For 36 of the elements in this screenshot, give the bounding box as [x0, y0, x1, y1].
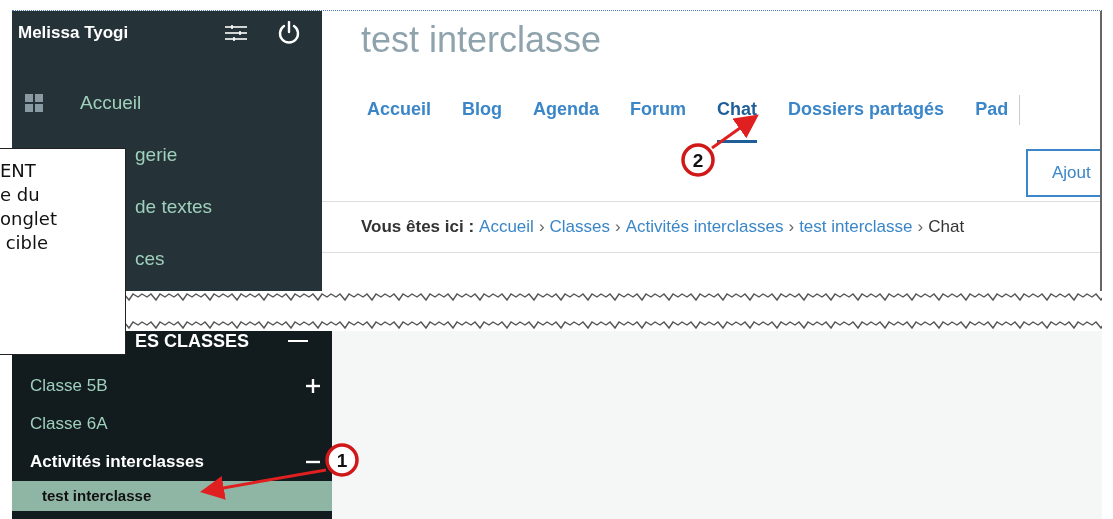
breadcrumb-link[interactable]: Accueil — [479, 217, 534, 237]
menu-item[interactable]: gerie — [135, 144, 178, 166]
class-item[interactable]: Classe 6A — [30, 414, 108, 434]
tab[interactable]: Pad — [975, 99, 1009, 145]
user-name: Melissa Tyogi — [18, 23, 130, 43]
breadcrumb-label: Vous êtes ici : — [361, 217, 475, 237]
class-item[interactable]: Activités interclasses — [30, 452, 204, 472]
section-title: ES CLASSES — [135, 330, 250, 352]
menu-item[interactable]: Accueil — [80, 92, 142, 114]
arrow — [711, 114, 759, 150]
tab[interactable]: Blog — [462, 99, 503, 145]
breadcrumb-link[interactable]: Activités interclasses — [625, 217, 784, 237]
tab[interactable]: Accueil — [367, 99, 432, 145]
class-item[interactable]: Classe 5B — [30, 376, 108, 396]
page-title: test interclasse — [360, 18, 603, 62]
class-subitem[interactable]: test interclasse — [12, 481, 332, 511]
step-number-badge: 2 — [681, 143, 715, 177]
tab[interactable]: Forum — [630, 99, 687, 145]
breadcrumb-separator: › — [538, 217, 545, 237]
expand-icon[interactable] — [306, 379, 320, 393]
tab[interactable]: Agenda — [533, 99, 600, 145]
grid-icon — [25, 94, 43, 112]
note-text: ENT e du onglet cible — [0, 148, 126, 355]
add-button[interactable]: Ajout — [1026, 149, 1100, 197]
breadcrumb-separator: › — [615, 217, 621, 237]
breadcrumb-link[interactable]: test interclasse — [799, 217, 913, 237]
tab[interactable]: Chat — [717, 99, 758, 143]
breadcrumb-current: Chat — [928, 217, 965, 237]
breadcrumb-separator: › — [788, 217, 795, 237]
menu-item[interactable]: ces — [135, 248, 165, 270]
power-icon[interactable] — [277, 21, 301, 45]
breadcrumb-link[interactable]: Classes — [549, 217, 610, 237]
tab[interactable]: Dossiers partagés — [788, 99, 945, 145]
breadcrumb-separator: › — [917, 217, 924, 237]
sliders-icon[interactable] — [225, 25, 247, 41]
menu-item[interactable]: de textes — [135, 196, 213, 218]
